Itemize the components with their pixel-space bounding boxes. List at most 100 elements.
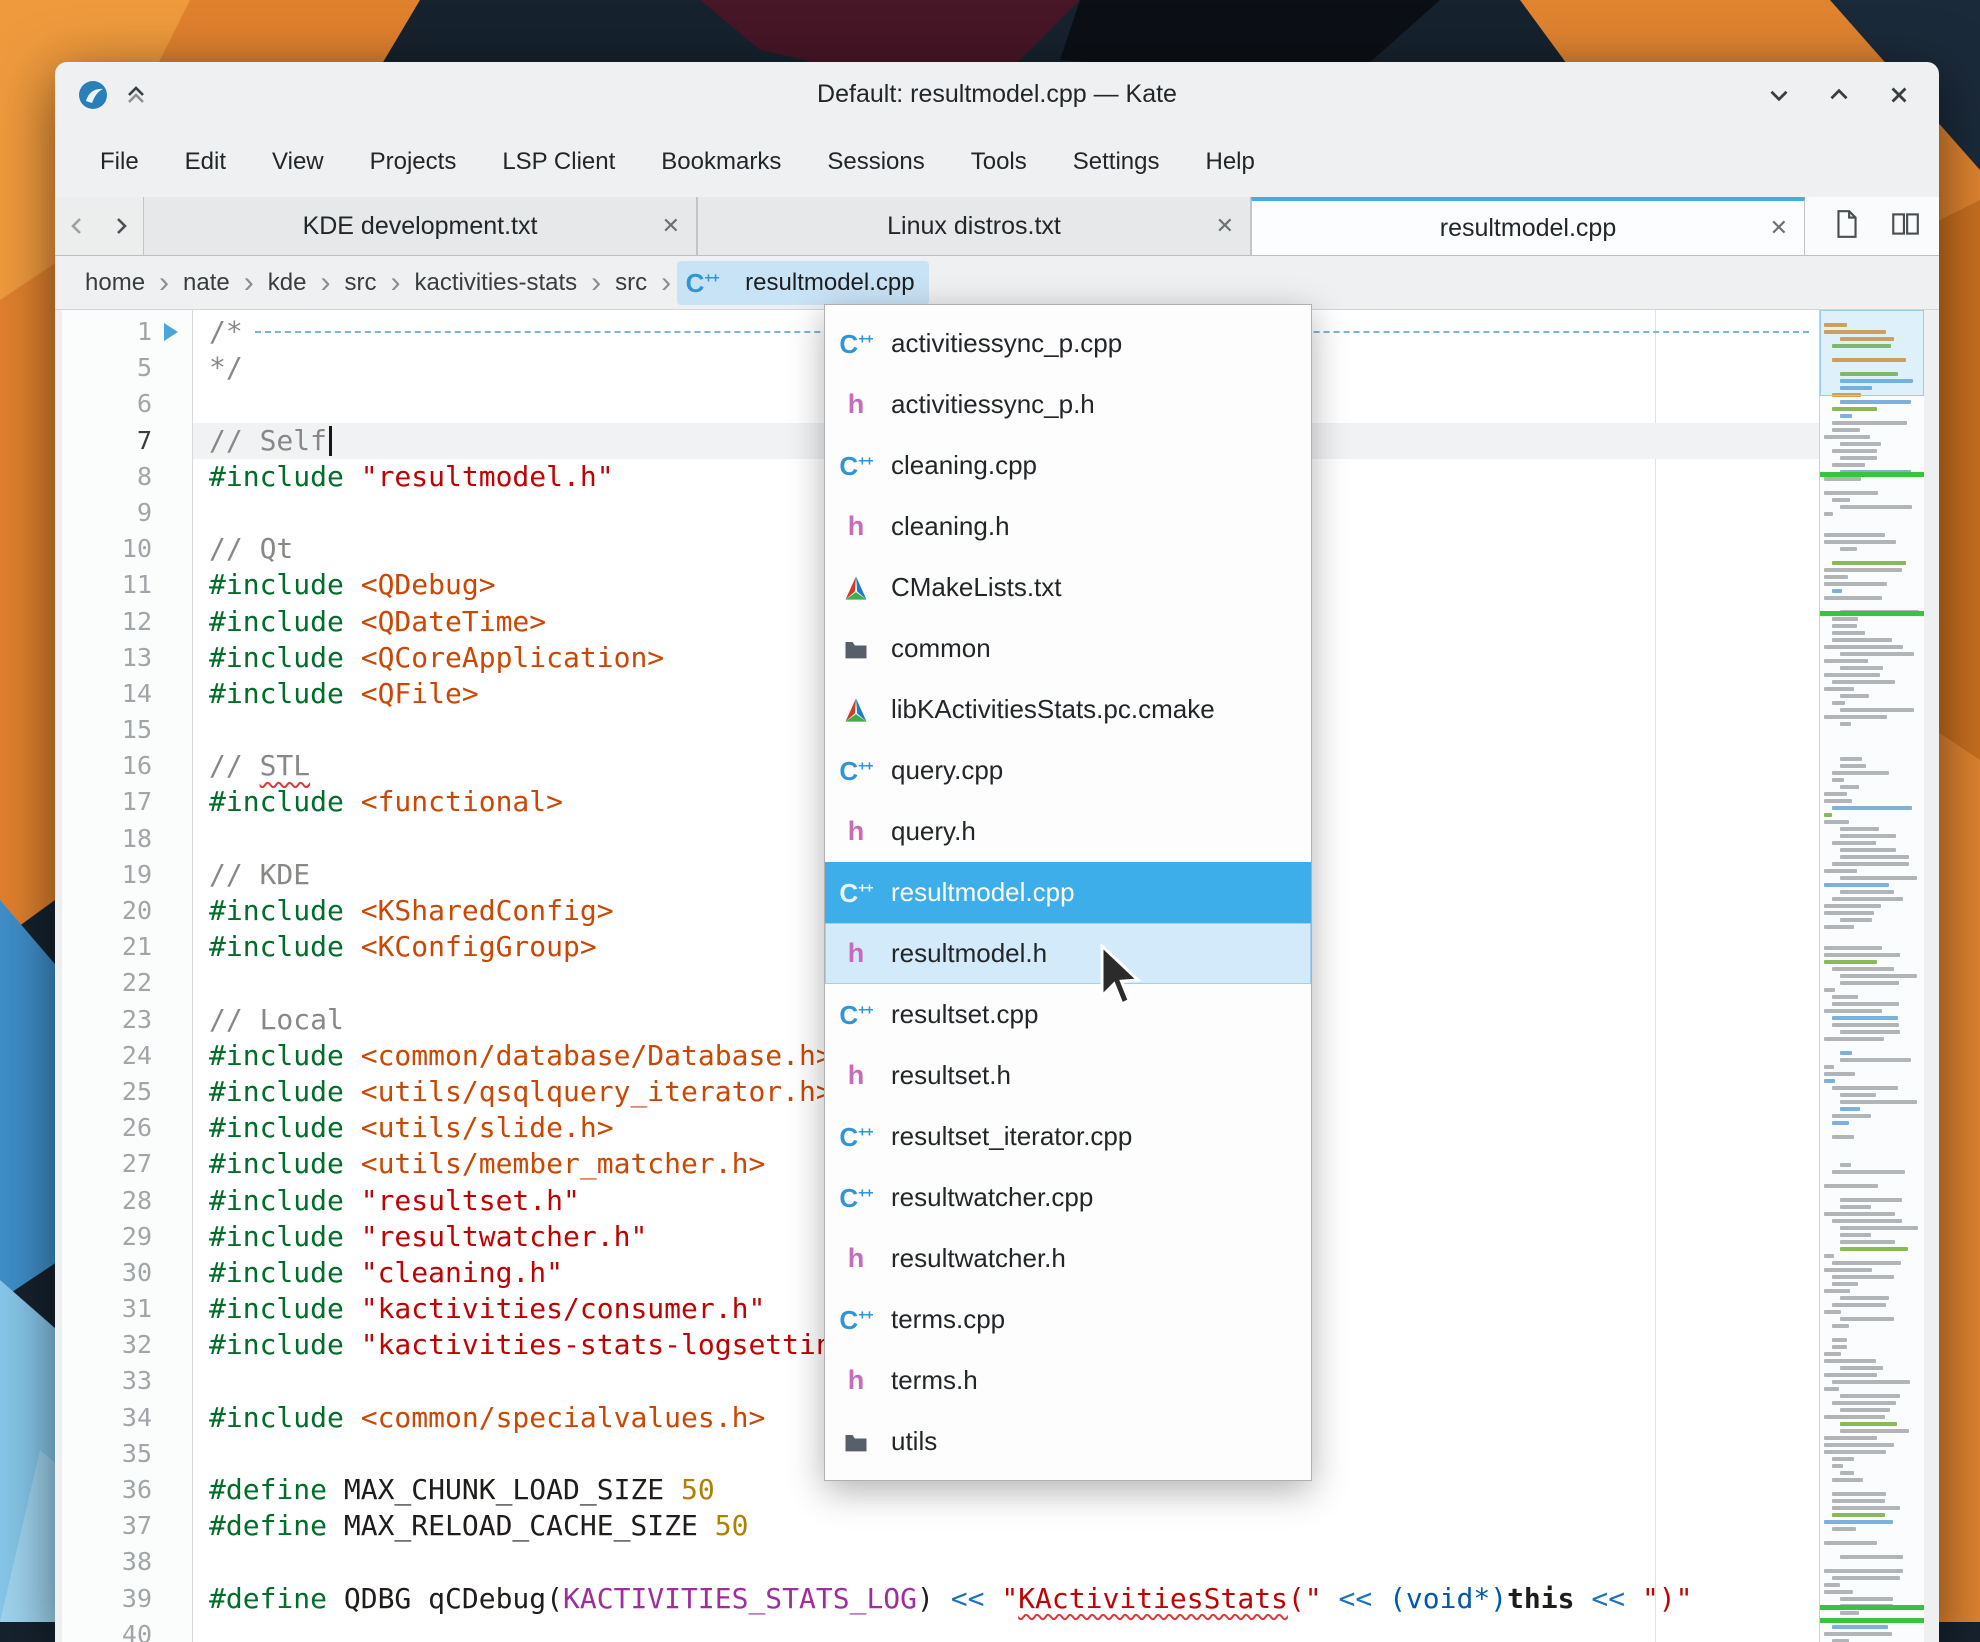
line-number[interactable]: 15: [62, 712, 162, 748]
line-number[interactable]: 25: [62, 1074, 162, 1110]
line-number[interactable]: 14: [62, 676, 162, 712]
line-number[interactable]: 18: [62, 821, 162, 857]
file-item-resultset.cpp[interactable]: C++ resultset.cpp: [825, 984, 1311, 1045]
line-number[interactable]: 35: [62, 1436, 162, 1472]
line-number[interactable]: 22: [62, 965, 162, 1001]
chevron-right-icon: ›: [159, 265, 170, 299]
tab-resultmodel.cpp[interactable]: resultmodel.cpp ✕: [1251, 197, 1805, 255]
file-item-query.h[interactable]: h query.h: [825, 801, 1311, 862]
code-line[interactable]: [193, 1617, 1819, 1642]
keep-above-icon[interactable]: [123, 82, 149, 108]
menu-lsp-client[interactable]: LSP Client: [479, 127, 638, 197]
line-number[interactable]: 12: [62, 604, 162, 640]
code-line[interactable]: #define MAX_RELOAD_CACHE_SIZE 50: [193, 1508, 1819, 1544]
menu-sessions[interactable]: Sessions: [804, 127, 947, 197]
line-number[interactable]: 5: [62, 350, 162, 386]
menu-file[interactable]: File: [77, 127, 162, 197]
file-item-query.cpp[interactable]: C++ query.cpp: [825, 740, 1311, 801]
breadcrumb-src[interactable]: src: [336, 265, 384, 301]
tab-close-icon[interactable]: ✕: [662, 213, 680, 239]
line-number[interactable]: 19: [62, 857, 162, 893]
breadcrumb-src[interactable]: src: [607, 265, 655, 301]
line-number[interactable]: 9: [62, 495, 162, 531]
line-number[interactable]: 24: [62, 1038, 162, 1074]
line-number[interactable]: 32: [62, 1327, 162, 1363]
line-number[interactable]: 13: [62, 640, 162, 676]
line-number[interactable]: 37: [62, 1508, 162, 1544]
line-number[interactable]: 10: [62, 531, 162, 567]
split-view-button[interactable]: [1889, 208, 1921, 245]
breadcrumb-home[interactable]: home: [77, 265, 153, 301]
fold-marker-icon[interactable]: [162, 314, 192, 350]
tab-prev-button[interactable]: [55, 197, 99, 255]
line-number[interactable]: 36: [62, 1472, 162, 1508]
line-number[interactable]: 8: [62, 459, 162, 495]
maximize-button[interactable]: [1825, 81, 1853, 109]
menu-view[interactable]: View: [249, 127, 347, 197]
file-item-cleaning.cpp[interactable]: C++ cleaning.cpp: [825, 435, 1311, 496]
tab-linux-distros.txt[interactable]: Linux distros.txt ✕: [697, 197, 1251, 255]
menu-settings[interactable]: Settings: [1050, 127, 1183, 197]
code-token: <common/specialvalues.h>: [360, 1400, 766, 1434]
file-item-terms.cpp[interactable]: C++ terms.cpp: [825, 1289, 1311, 1350]
file-item-resultmodel.cpp[interactable]: C++ resultmodel.cpp: [825, 862, 1311, 923]
line-number[interactable]: 31: [62, 1291, 162, 1327]
menu-edit[interactable]: Edit: [162, 127, 249, 197]
code-line[interactable]: #define QDBG qCDebug(KACTIVITIES_STATS_L…: [193, 1581, 1819, 1617]
line-number[interactable]: 21: [62, 929, 162, 965]
file-item-terms.h[interactable]: h terms.h: [825, 1350, 1311, 1411]
file-item-resultmodel.h[interactable]: h resultmodel.h: [825, 923, 1311, 984]
menu-tools[interactable]: Tools: [948, 127, 1050, 197]
line-number[interactable]: 29: [62, 1219, 162, 1255]
breadcrumb-nate[interactable]: nate: [175, 265, 238, 301]
new-document-button[interactable]: [1831, 208, 1863, 245]
line-number[interactable]: 23: [62, 1002, 162, 1038]
line-number[interactable]: 33: [62, 1363, 162, 1399]
line-number[interactable]: 38: [62, 1544, 162, 1580]
file-item-libkactivitiesstats.pc.cmake[interactable]: libKActivitiesStats.pc.cmake: [825, 679, 1311, 740]
menu-bookmarks[interactable]: Bookmarks: [638, 127, 804, 197]
breadcrumb-kactivities-stats[interactable]: kactivities-stats: [406, 265, 585, 301]
file-item-cleaning.h[interactable]: h cleaning.h: [825, 496, 1311, 557]
line-number[interactable]: 7: [62, 423, 162, 459]
menu-help[interactable]: Help: [1182, 127, 1277, 197]
line-number[interactable]: 16: [62, 748, 162, 784]
line-number[interactable]: 20: [62, 893, 162, 929]
fold-column: [162, 459, 192, 495]
line-number[interactable]: 28: [62, 1183, 162, 1219]
tab-kde-development.txt[interactable]: KDE development.txt ✕: [143, 197, 697, 255]
close-button[interactable]: [1885, 81, 1913, 109]
tab-close-icon[interactable]: ✕: [1770, 215, 1788, 241]
line-number[interactable]: 6: [62, 386, 162, 422]
line-number[interactable]: 17: [62, 784, 162, 820]
line-number[interactable]: 39: [62, 1581, 162, 1617]
minimap[interactable]: [1819, 310, 1924, 1642]
code-line[interactable]: [193, 1544, 1819, 1580]
file-item-resultset-iterator.cpp[interactable]: C++ resultset_iterator.cpp: [825, 1106, 1311, 1167]
file-item-cmakelists.txt[interactable]: CMakeLists.txt: [825, 557, 1311, 618]
tab-next-button[interactable]: [99, 197, 143, 255]
file-item-common[interactable]: common: [825, 618, 1311, 679]
tab-close-icon[interactable]: ✕: [1216, 213, 1234, 239]
file-item-resultwatcher.cpp[interactable]: C++ resultwatcher.cpp: [825, 1167, 1311, 1228]
line-number[interactable]: 27: [62, 1146, 162, 1182]
line-number[interactable]: 30: [62, 1255, 162, 1291]
minimize-button[interactable]: [1765, 81, 1793, 109]
file-item-activitiessync-p.cpp[interactable]: C++ activitiessync_p.cpp: [825, 313, 1311, 374]
gutter-line: 15: [62, 712, 192, 748]
line-number[interactable]: 26: [62, 1110, 162, 1146]
file-item-utils[interactable]: utils: [825, 1411, 1311, 1472]
titlebar[interactable]: Default: resultmodel.cpp — Kate: [55, 62, 1939, 127]
minimap-viewport[interactable]: [1820, 310, 1924, 396]
file-item-resultset.h[interactable]: h resultset.h: [825, 1045, 1311, 1106]
menu-projects[interactable]: Projects: [347, 127, 480, 197]
gutter-line: 33: [62, 1363, 192, 1399]
line-number[interactable]: 11: [62, 567, 162, 603]
breadcrumb-current[interactable]: C++ resultmodel.cpp: [677, 260, 929, 305]
file-item-activitiessync-p.h[interactable]: h activitiessync_p.h: [825, 374, 1311, 435]
line-number[interactable]: 40: [62, 1617, 162, 1642]
breadcrumb-kde[interactable]: kde: [260, 265, 315, 301]
line-number[interactable]: 34: [62, 1400, 162, 1436]
file-item-resultwatcher.h[interactable]: h resultwatcher.h: [825, 1228, 1311, 1289]
line-number[interactable]: 1: [62, 314, 162, 350]
